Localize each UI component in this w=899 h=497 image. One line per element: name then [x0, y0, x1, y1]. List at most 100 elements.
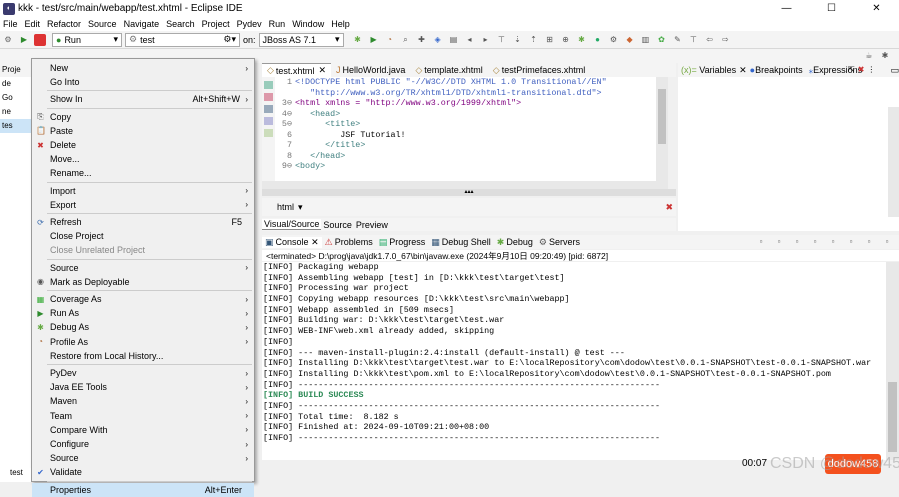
play-icon[interactable]: ●: [592, 34, 604, 46]
tab-variables[interactable]: (x)= Variables: [678, 65, 739, 75]
leaf-icon[interactable]: ✿: [656, 34, 668, 46]
menu-item-new[interactable]: New ›: [32, 61, 254, 75]
menu-item-configure[interactable]: Configure ›: [32, 437, 254, 451]
editor-tab[interactable]: ◇ testPrimefaces.xhtml: [488, 63, 590, 77]
tab-console[interactable]: ▣ Console ✕: [262, 236, 322, 248]
menu-edit[interactable]: Edit: [25, 19, 41, 29]
gear-icon[interactable]: ⚙: [608, 34, 620, 46]
target-icon[interactable]: ⊕: [560, 34, 572, 46]
menu-item-source[interactable]: Source ›: [32, 451, 254, 465]
annotation-up-icon[interactable]: ⇡: [528, 34, 540, 46]
explorer-item[interactable]: de: [0, 77, 32, 91]
close-icon[interactable]: ✕: [739, 65, 747, 76]
perspective-debug-icon[interactable]: ✱: [879, 50, 891, 62]
menu-item-profile-as[interactable]: ◔ Profile As ›: [32, 335, 254, 349]
tab-breakpoints[interactable]: ●Breakpoints: [747, 65, 806, 75]
remove-icon[interactable]: ✖: [858, 65, 865, 74]
collapse-icon[interactable]: ⇱: [848, 65, 855, 74]
run-icon[interactable]: ▶: [18, 34, 30, 46]
debug-view-scrollbar[interactable]: [888, 107, 899, 217]
git-icon[interactable]: ◆: [624, 34, 636, 46]
back-icon[interactable]: ⇦: [704, 34, 716, 46]
menu-item-pydev[interactable]: PyDev ›: [32, 366, 254, 380]
project-explorer-tab[interactable]: Proje: [0, 63, 32, 77]
console-scroll-thumb[interactable]: [888, 382, 897, 452]
lock-icon[interactable]: ▫: [773, 236, 785, 248]
open-resource-icon[interactable]: ▤: [448, 34, 460, 46]
clear-icon[interactable]: ▫: [755, 236, 767, 248]
menu-item-move[interactable]: Move...: [32, 152, 254, 166]
maximize-icon[interactable]: ▫: [881, 236, 893, 248]
pin-icon[interactable]: ⊤: [688, 34, 700, 46]
menu-item-source[interactable]: Source ›: [32, 261, 254, 275]
edit-icon[interactable]: ✎: [672, 34, 684, 46]
menu-item-export[interactable]: Export ›: [32, 198, 254, 212]
tab-problems[interactable]: ⚠ Problems: [322, 237, 376, 248]
console-vscrollbar[interactable]: [886, 262, 899, 460]
editor-tab[interactable]: ◇ test.xhtml ✕: [262, 63, 331, 77]
tab-progress[interactable]: ▤ Progress: [376, 237, 429, 248]
chevron-down-icon[interactable]: ▾: [298, 202, 303, 213]
bug-icon[interactable]: ✱: [576, 34, 588, 46]
explorer-item-selected[interactable]: tes: [0, 119, 32, 133]
menu-item-team[interactable]: Team ›: [32, 409, 254, 423]
breadcrumb-html[interactable]: html: [277, 202, 294, 212]
editor-tab[interactable]: J HelloWorld.java: [331, 63, 410, 77]
menu-item-debug-as[interactable]: ✱ Debug As ›: [32, 320, 254, 334]
menu-item-delete[interactable]: ✖ Delete: [32, 138, 254, 152]
close-window-button[interactable]: ✕: [854, 0, 899, 17]
menu-item-paste[interactable]: 📋 Paste: [32, 124, 254, 138]
minimize-button[interactable]: —: [764, 0, 809, 17]
menu-item-restore-from-local-history[interactable]: Restore from Local History...: [32, 349, 254, 363]
editor-split-handle[interactable]: ▴▴▴: [262, 189, 676, 196]
run-mode-combo[interactable]: ● Run ▾: [52, 32, 122, 47]
editor-vscrollbar[interactable]: [656, 77, 668, 181]
open-type-icon[interactable]: ◈: [432, 34, 444, 46]
editor-mode-tab[interactable]: Visual/Source: [262, 219, 322, 230]
stop-icon[interactable]: [34, 33, 46, 46]
explorer-bottom-item[interactable]: test: [0, 468, 31, 482]
editor-tab[interactable]: ◇ template.xhtml: [410, 63, 487, 77]
perspective-java-icon[interactable]: ☕: [863, 50, 875, 62]
menu-source[interactable]: Source: [88, 19, 117, 29]
explorer-item[interactable]: Go: [0, 91, 32, 105]
forward-icon[interactable]: ⇨: [720, 34, 732, 46]
tab-debug[interactable]: ✱ Debug: [494, 237, 536, 248]
run-icon[interactable]: ▶: [368, 34, 380, 46]
code-editor[interactable]: 1 <!DOCTYPE html PUBLIC "-//W3C//DTD XHTM…: [275, 77, 668, 181]
tab-debug-shell[interactable]: ▦ Debug Shell: [428, 237, 494, 248]
console-output[interactable]: [INFO] Packaging webapp [INFO] Assembling…: [262, 262, 886, 460]
menu-item-java-ee-tools[interactable]: Java EE Tools ›: [32, 380, 254, 394]
menu-item-rename[interactable]: Rename...: [32, 166, 254, 180]
minimize-view-icon[interactable]: ▭: [890, 65, 899, 76]
menu-item-import[interactable]: Import ›: [32, 184, 254, 198]
close-icon[interactable]: ✖: [665, 202, 673, 213]
menu-item-coverage-as[interactable]: ▦ Coverage As ›: [32, 292, 254, 306]
editor-scroll-thumb[interactable]: [658, 89, 666, 144]
forward-icon[interactable]: ▸: [480, 34, 492, 46]
menu-item-go-into[interactable]: Go Into: [32, 75, 254, 89]
copy-icon[interactable]: ▫: [809, 236, 821, 248]
menu-project[interactable]: Project: [202, 19, 230, 29]
menu-item-copy[interactable]: ⎘ Copy: [32, 110, 254, 124]
close-icon[interactable]: ✕: [318, 65, 326, 76]
annotation-icon[interactable]: ⇣: [512, 34, 524, 46]
menu-refactor[interactable]: Refactor: [47, 19, 81, 29]
tab-servers[interactable]: ⚙ Servers: [536, 237, 583, 248]
editor-hscrollbar[interactable]: [262, 181, 668, 189]
pin-icon[interactable]: ⊤: [496, 34, 508, 46]
editor-mode-tab[interactable]: Source: [321, 220, 354, 230]
menu-item-properties[interactable]: Properties Alt+Enter: [32, 482, 254, 497]
menu-item-show-in[interactable]: Show In Alt+Shift+W ›: [32, 92, 254, 106]
menu-item-compare-with[interactable]: Compare With ›: [32, 423, 254, 437]
open-console-icon[interactable]: ▫: [845, 236, 857, 248]
maximize-button[interactable]: ☐: [809, 0, 854, 17]
menu-window[interactable]: Window: [292, 19, 324, 29]
menu-search[interactable]: Search: [166, 19, 195, 29]
editor-mode-tab[interactable]: Preview: [354, 220, 390, 230]
menu-item-validate[interactable]: ✔ Validate: [32, 465, 254, 479]
wrench-icon[interactable]: ⚙: [2, 34, 14, 46]
search-icon[interactable]: ⌕: [400, 34, 412, 46]
menu-pydev[interactable]: Pydev: [237, 19, 262, 29]
box-icon[interactable]: ▥: [640, 34, 652, 46]
